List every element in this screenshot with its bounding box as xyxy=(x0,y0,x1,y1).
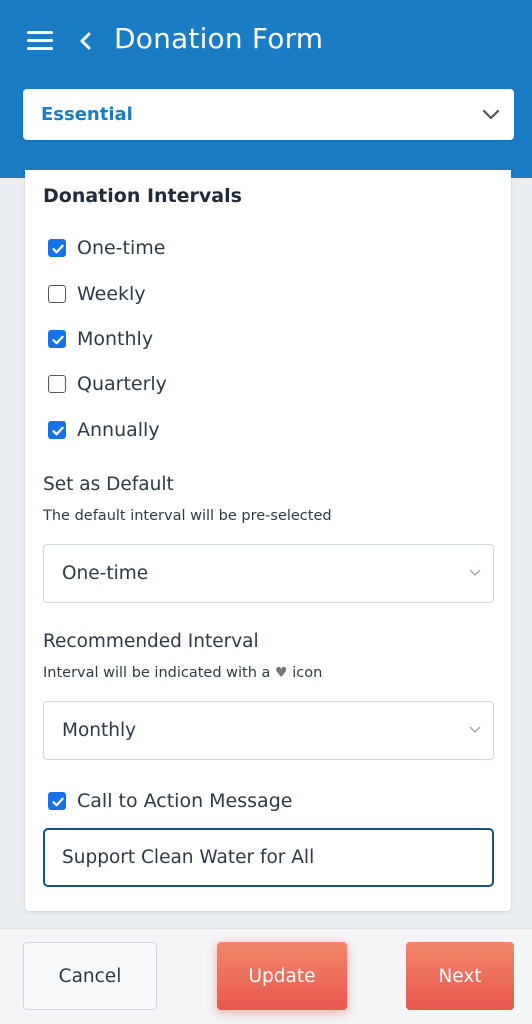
hamburger-menu-icon[interactable] xyxy=(27,31,53,51)
next-button[interactable]: Next xyxy=(406,942,514,1010)
checkbox-label: Monthly xyxy=(77,328,154,350)
recommended-interval-value: Monthly xyxy=(62,720,137,741)
checkbox-unchecked-icon xyxy=(48,375,66,393)
plan-select[interactable]: Essential xyxy=(23,89,514,140)
settings-card: Donation Intervals One-time Weekly Month… xyxy=(25,170,511,911)
checkbox-checked-icon xyxy=(48,421,66,439)
recommended-interval-select[interactable]: Monthly xyxy=(43,701,494,760)
heart-icon: ♥ xyxy=(275,665,288,681)
help-text-after: icon xyxy=(292,665,323,681)
help-text-before: Interval will be indicated with a xyxy=(43,665,271,681)
recommended-interval-help: Interval will be indicated with a ♥ icon xyxy=(43,665,322,681)
checkbox-unchecked-icon xyxy=(48,285,66,303)
footer-bar: Cancel Update Next xyxy=(0,928,532,1024)
plan-select-value: Essential xyxy=(41,104,133,125)
checkbox-checked-icon xyxy=(48,330,66,348)
page-title: Donation Form xyxy=(114,22,324,55)
cancel-button[interactable]: Cancel xyxy=(23,942,157,1010)
default-interval-label: Set as Default xyxy=(43,474,174,495)
checkbox-label: Quarterly xyxy=(77,373,167,395)
recommended-interval-label: Recommended Interval xyxy=(43,631,259,652)
default-interval-help: The default interval will be pre-selecte… xyxy=(43,508,332,524)
default-interval-value: One-time xyxy=(62,563,149,584)
checkbox-label: One-time xyxy=(77,237,166,259)
checkbox-label: Call to Action Message xyxy=(77,790,293,812)
chevron-left-icon[interactable] xyxy=(76,28,96,54)
checkbox-label: Annually xyxy=(77,419,160,441)
chevron-down-icon xyxy=(482,109,500,120)
chevron-down-icon xyxy=(469,569,481,576)
default-interval-select[interactable]: One-time xyxy=(43,544,494,603)
checkbox-checked-icon xyxy=(48,792,66,810)
update-button[interactable]: Update xyxy=(217,942,347,1010)
checkbox-checked-icon xyxy=(48,239,66,257)
section-title: Donation Intervals xyxy=(43,185,242,207)
chevron-down-icon xyxy=(469,726,481,733)
checkbox-label: Weekly xyxy=(77,283,146,305)
call-to-action-input[interactable] xyxy=(43,828,494,887)
app-header: Donation Form Essential xyxy=(0,0,532,178)
